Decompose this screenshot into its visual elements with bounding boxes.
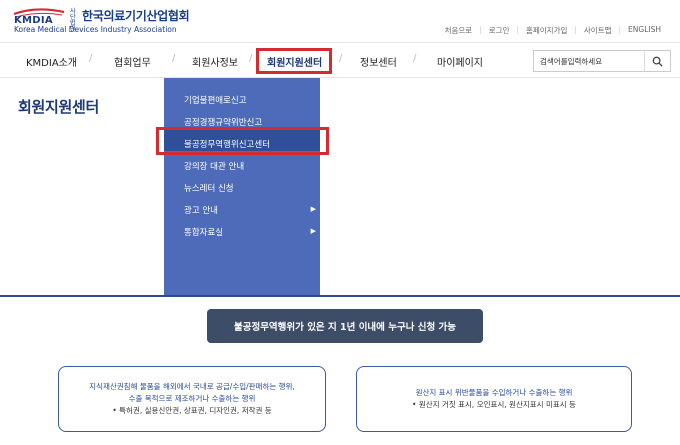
- search-icon: [652, 56, 663, 67]
- nav-highlight-box: [256, 48, 332, 74]
- dropdown-item-advertising[interactable]: 광고 안내: [184, 204, 218, 216]
- info-box-origin-violation: 원산지 표시 위반물품을 수입하거나 수출하는 행위 • 원산지 거짓 표시, …: [356, 366, 632, 432]
- member-support-dropdown: 기업불편애로신고 공정경쟁규약위반신고 불공정무역행위신고센터 강의장 대관 안…: [164, 78, 320, 295]
- nav-item-my-page[interactable]: 마이페이지: [437, 54, 483, 69]
- nav-separator: /: [413, 53, 417, 64]
- info-box-detail: • 원산지 거짓 표시, 오인표시, 원산지표시 미표시 등: [412, 400, 576, 409]
- nav-separator: /: [249, 53, 253, 64]
- main-nav: KMDIA소개 / 협회업무 / 회원사정보 / 회원지원센터 / 정보센터 /…: [0, 42, 680, 78]
- nav-item-member-info[interactable]: 회원사정보: [192, 54, 238, 69]
- util-link-sitemap[interactable]: 사이트맵: [577, 25, 619, 36]
- dropdown-item-newsletter[interactable]: 뉴스레터 신청: [184, 182, 234, 194]
- nav-separator: /: [339, 53, 343, 64]
- chevron-right-icon: ▶: [310, 205, 316, 213]
- nav-separator: /: [172, 53, 176, 64]
- utility-links: 처음으로 | 로그인 | 홈페이지가입 | 사이트맵 | ENGLISH: [438, 25, 668, 36]
- page-title: 회원지원센터: [18, 98, 100, 116]
- util-link-english[interactable]: ENGLISH: [621, 25, 668, 36]
- nav-separator: /: [89, 53, 93, 64]
- notice-pill: 불공정무역행위가 있은 지 1년 이내에 누구나 신청 가능: [207, 309, 483, 343]
- info-box-detail: • 특허권, 실용신안권, 상표권, 디자인권, 저작권 등: [112, 406, 272, 415]
- dropdown-item-lecture-hall-rental[interactable]: 강의장 대관 안내: [184, 160, 244, 172]
- search-box: [533, 50, 671, 72]
- dropdown-item-integrated-archive[interactable]: 통합자료실: [184, 226, 223, 238]
- logo-english-name: Korea Medical Devices Industry Associati…: [14, 25, 177, 34]
- info-box-line: 수출 목적으로 제조하거나 수출하는 행위: [128, 394, 256, 403]
- util-link-home[interactable]: 처음으로: [438, 25, 480, 36]
- nav-item-kmdia-intro[interactable]: KMDIA소개: [26, 54, 77, 69]
- search-input[interactable]: [534, 51, 644, 71]
- nav-item-association-work[interactable]: 협회업무: [114, 54, 151, 69]
- search-button[interactable]: [644, 51, 670, 71]
- logo-korean-name: 한국의료기기산업협회: [82, 9, 190, 23]
- dropdown-highlight-box: [156, 127, 329, 155]
- util-link-signup[interactable]: 홈페이지가입: [519, 25, 574, 36]
- info-box-ip-infringement: 지식재산권침해 물품을 해외에서 국내로 공급/수입/판매하는 행위, 수출 목…: [58, 366, 326, 432]
- dropdown-item-business-complaint[interactable]: 기업불편애로신고: [184, 94, 247, 106]
- nav-item-info-center[interactable]: 정보센터: [360, 54, 397, 69]
- util-link-login[interactable]: 로그인: [482, 25, 517, 36]
- info-box-line: 지식재산권침해 물품을 해외에서 국내로 공급/수입/판매하는 행위,: [89, 382, 295, 391]
- chevron-right-icon: ▶: [310, 227, 316, 235]
- top-bar: KMDIA 사단법인 한국의료기기산업협회 Korea Medical Devi…: [0, 0, 680, 42]
- section-divider: [0, 295, 680, 297]
- info-box-line: 원산지 표시 위반물품을 수입하거나 수출하는 행위: [415, 388, 573, 397]
- kmdia-logo[interactable]: KMDIA 사단법인 한국의료기기산업협회 Korea Medical Devi…: [12, 8, 190, 38]
